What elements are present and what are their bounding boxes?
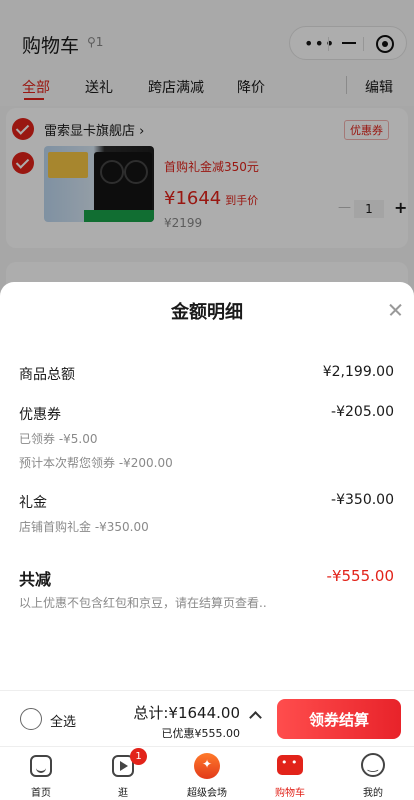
chevron-up-icon[interactable]	[249, 711, 262, 724]
total-reduction-label: 共减	[19, 570, 52, 589]
tab-super-venue[interactable]: 超级会场	[166, 747, 248, 800]
notification-badge: 1	[130, 748, 147, 765]
discount-note: 以上优惠不包含红包和京豆，请在结算页查看..	[19, 596, 267, 610]
close-icon[interactable]	[386, 300, 406, 320]
goods-total-value: ¥2,199.00	[322, 364, 394, 380]
tab-label: 首页	[31, 788, 51, 799]
gift-detail: 店铺首购礼金 -¥350.00	[19, 520, 149, 534]
total-reduction-value: -¥555.00	[326, 567, 394, 585]
cart-icon	[277, 755, 303, 775]
coupon-claimed: 已领券 -¥5.00	[19, 432, 98, 446]
checkout-total: 总计:¥1644.00	[133, 704, 240, 722]
checkout-saved: 已优惠¥555.00	[161, 727, 241, 740]
checkout-bar: 全选 总计:¥1644.00 已优惠¥555.00 领券结算	[0, 690, 414, 746]
tab-browse[interactable]: 1 逛	[82, 747, 164, 800]
checkout-button[interactable]: 领券结算	[277, 699, 401, 739]
tab-label: 我的	[363, 788, 383, 799]
coupon-value: -¥205.00	[331, 404, 394, 420]
tab-profile[interactable]: 我的	[332, 747, 414, 800]
venue-icon	[194, 753, 220, 779]
bottom-tab-bar: 首页 1 逛 超级会场 购物车 我的	[0, 746, 414, 800]
goods-total-label: 商品总额	[19, 367, 75, 383]
profile-icon	[361, 753, 385, 777]
coupon-label: 优惠券	[19, 407, 61, 423]
gift-label: 礼金	[19, 495, 47, 511]
tab-home[interactable]: 首页	[0, 747, 82, 800]
tab-label: 购物车	[275, 788, 305, 799]
gift-value: -¥350.00	[331, 492, 394, 508]
tab-label: 逛	[118, 788, 128, 799]
home-icon	[30, 755, 52, 777]
select-all-label[interactable]: 全选	[50, 711, 76, 730]
coupon-estimated: 预计本次帮您领券 -¥200.00	[19, 456, 173, 470]
tab-label: 超级会场	[187, 788, 227, 799]
tab-cart[interactable]: 购物车	[249, 747, 331, 800]
price-detail-sheet: 金额明细 商品总额 ¥2,199.00 优惠券 -¥205.00 已领券 -¥5…	[0, 282, 414, 690]
sheet-title: 金额明细	[171, 302, 243, 323]
select-all-radio[interactable]	[20, 708, 42, 730]
